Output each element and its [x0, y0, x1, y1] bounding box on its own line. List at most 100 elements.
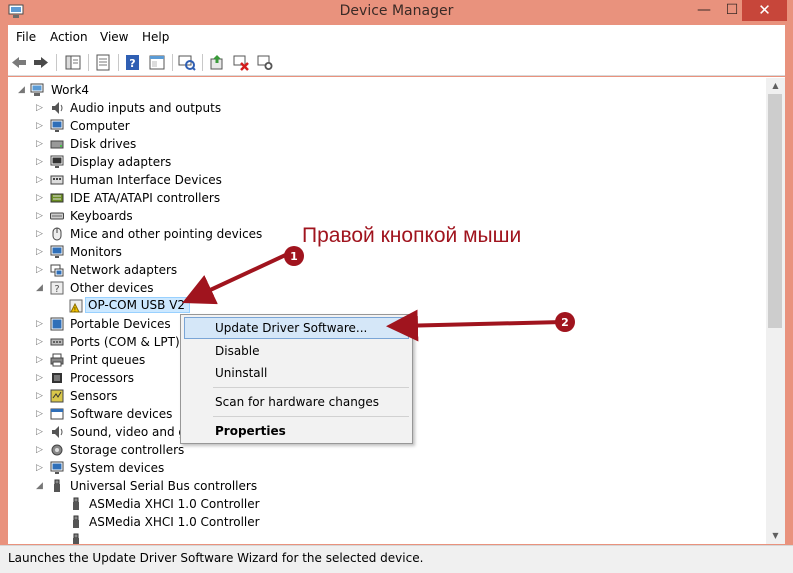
tree-label: ASMedia XHCI 1.0 Controller [89, 515, 260, 529]
annotation-text: Правой кнопкой мыши [302, 224, 522, 247]
tree-label: IDE ATA/ATAPI controllers [70, 191, 221, 205]
scroll-down-icon[interactable]: ▼ [766, 528, 785, 544]
tree-label: Portable Devices [70, 317, 171, 331]
tree-item-monitors[interactable]: ▷ Monitors [8, 243, 338, 261]
scroll-thumb[interactable] [768, 94, 782, 328]
expand-icon[interactable]: ▷ [36, 138, 46, 150]
vertical-scrollbar[interactable]: ▲ ▼ [766, 78, 785, 544]
tree-item-computer[interactable]: ▷ Computer [8, 117, 338, 135]
tree-label: Print queues [70, 353, 146, 367]
tree-item-display[interactable]: ▷ Display adapters [8, 153, 338, 171]
expand-icon[interactable]: ▷ [36, 390, 46, 402]
tree-item-mice[interactable]: ▷ Mice and other pointing devices [8, 225, 338, 243]
device-tree[interactable]: ◢ Work4 ▷ Audio inputs and outputs ▷ Com… [8, 77, 785, 544]
window-title: Device Manager [339, 3, 454, 19]
tree-item-disk[interactable]: ▷ Disk drives [8, 135, 338, 153]
expand-icon[interactable]: ▷ [36, 210, 46, 222]
tree-item-usb[interactable]: ◢ Universal Serial Bus controllers [8, 477, 338, 495]
disk-drive-icon [50, 140, 64, 149]
toolbar-separator [172, 54, 173, 71]
tree-label: Processors [70, 371, 135, 385]
expand-icon[interactable]: ▷ [36, 102, 46, 114]
uninstall-icon[interactable] [232, 54, 250, 71]
svg-text:?: ? [129, 57, 135, 70]
port-icon [50, 338, 64, 346]
context-menu-separator [213, 416, 409, 417]
computer-icon [30, 83, 44, 96]
tree-item-audio[interactable]: ▷ Audio inputs and outputs [8, 99, 338, 117]
expand-icon[interactable]: ▷ [36, 444, 46, 456]
expand-icon[interactable]: ▷ [36, 264, 46, 276]
expand-icon[interactable]: ▷ [36, 336, 46, 348]
tree-label: Mice and other pointing devices [70, 227, 263, 241]
tree-item-usb-controller[interactable]: ASMedia XHCI 1.0 Controller [8, 495, 338, 513]
disable-icon[interactable] [256, 54, 274, 71]
close-button[interactable]: ✕ [742, 0, 787, 21]
context-menu-separator [213, 387, 409, 388]
expand-icon[interactable]: ▷ [36, 174, 46, 186]
tree-label: Software devices [70, 407, 173, 421]
tree-root[interactable]: ◢ Work4 [8, 81, 308, 99]
sound-icon [52, 426, 63, 438]
software-device-icon [50, 408, 64, 420]
uninstall-menu-item[interactable]: Uninstall [215, 366, 267, 380]
menu-help[interactable]: Help [142, 30, 169, 44]
expand-icon[interactable]: ▷ [36, 192, 46, 204]
title-bar[interactable]: Device Manager — ☐ ✕ [0, 0, 793, 25]
context-menu: Update Driver Software... Disable Uninst… [180, 314, 413, 444]
expand-icon[interactable]: ▷ [36, 426, 46, 438]
menu-action[interactable]: Action [50, 30, 88, 44]
back-icon[interactable] [10, 54, 28, 71]
forward-icon[interactable] [32, 54, 50, 71]
portable-device-icon [50, 317, 64, 331]
tree-item-usb-controller[interactable]: ASMedia XHCI 1.0 Controller [8, 513, 338, 531]
expand-icon[interactable]: ▷ [36, 354, 46, 366]
tree-item-other[interactable]: ◢ ? Other devices [8, 279, 338, 297]
tree-label: Storage controllers [70, 443, 185, 457]
tree-label: Network adapters [70, 263, 178, 277]
tree-label: Ports (COM & LPT) [70, 335, 180, 349]
tree-item-ide[interactable]: ▷ IDE ATA/ATAPI controllers [8, 189, 338, 207]
toolbar-separator [118, 54, 119, 71]
selected-device-label[interactable]: OP-COM USB V2 [85, 297, 191, 313]
expand-icon[interactable]: ▷ [36, 120, 46, 132]
menu-file[interactable]: File [16, 30, 36, 44]
properties-icon[interactable] [94, 54, 112, 71]
tree-item-usb-controller-partial[interactable] [8, 531, 338, 544]
collapse-icon[interactable]: ◢ [36, 480, 46, 492]
tree-item-op-com-usb[interactable]: ! OP-COM USB V2 [8, 297, 338, 315]
expand-icon[interactable]: ▷ [36, 372, 46, 384]
collapse-icon[interactable]: ◢ [36, 282, 46, 294]
scan-hardware-menu-item[interactable]: Scan for hardware changes [215, 395, 379, 409]
help-icon[interactable]: ? [124, 54, 142, 71]
tree-item-hid[interactable]: ▷ Human Interface Devices [8, 171, 338, 189]
toolbar-separator [56, 54, 57, 71]
expand-icon[interactable]: ▷ [36, 318, 46, 330]
tree-item-keyboards[interactable]: ▷ Keyboards [8, 207, 338, 225]
toolbar: ? [8, 49, 785, 76]
tree-item-system[interactable]: ▷ System devices [8, 459, 338, 477]
scan-hardware-icon[interactable] [178, 54, 196, 71]
collapse-icon[interactable]: ◢ [18, 84, 28, 96]
expand-icon[interactable]: ▷ [36, 408, 46, 420]
tree-label: Display adapters [70, 155, 172, 169]
disable-menu-item[interactable]: Disable [215, 344, 260, 358]
minimize-button[interactable]: — [690, 0, 718, 22]
network-adapter-icon [50, 264, 64, 277]
tree-item-network[interactable]: ▷ Network adapters [8, 261, 338, 279]
scroll-up-icon[interactable]: ▲ [766, 78, 785, 94]
properties-menu-item[interactable]: Properties [215, 424, 286, 438]
expand-icon[interactable]: ▷ [36, 156, 46, 168]
toolbar-separator [88, 54, 89, 71]
console-tree-icon[interactable] [64, 54, 82, 71]
expand-icon[interactable]: ▷ [36, 462, 46, 474]
expand-icon[interactable]: ▷ [36, 246, 46, 258]
show-hide-icon[interactable] [148, 54, 166, 71]
update-driver-icon[interactable] [208, 54, 226, 71]
expand-icon[interactable]: ▷ [36, 228, 46, 240]
update-driver-menu-item[interactable]: Update Driver Software... [215, 321, 367, 335]
menu-view[interactable]: View [100, 30, 128, 44]
tree-label: Computer [70, 119, 130, 133]
svg-text:!: ! [74, 307, 76, 314]
sensor-icon [50, 389, 64, 403]
